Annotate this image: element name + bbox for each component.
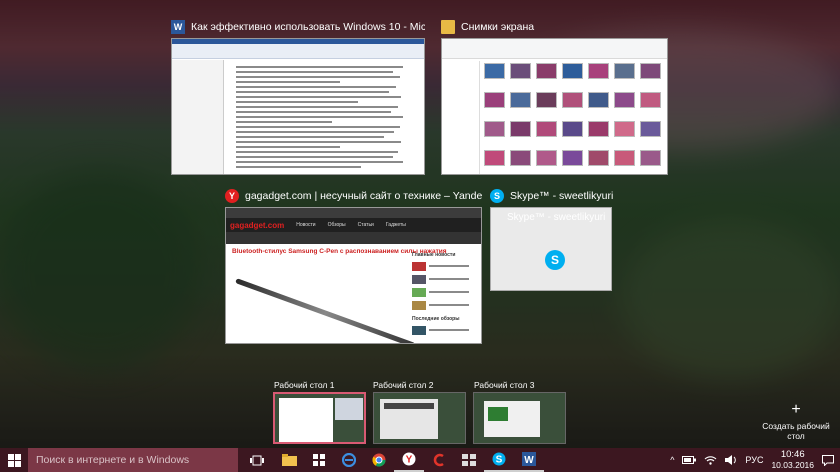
skype-thumbnail[interactable]: Skype™ - sweetlikyuri S [490, 207, 612, 291]
tiles-icon[interactable] [454, 448, 484, 472]
skype-inner-title: Skype™ - sweetlikyuri [507, 212, 606, 223]
ccleaner-icon[interactable] [424, 448, 454, 472]
svg-text:Y: Y [406, 455, 413, 466]
plus-icon: + [791, 401, 801, 418]
clock-time: 10:46 [780, 449, 805, 460]
window-title: Снимки экрана [461, 21, 535, 33]
window-header: W Как эффективно использовать Windows 10… [171, 18, 425, 36]
new-desktop-button[interactable]: + Создать рабочий стол [758, 401, 834, 442]
search-placeholder: Поиск в интернете и в Windows [36, 454, 190, 466]
window-word[interactable]: W Как эффективно использовать Windows 10… [171, 18, 425, 178]
desktop-1-thumbnail[interactable] [273, 392, 366, 444]
desktop-3-label: Рабочий стол 3 [474, 380, 535, 390]
new-desktop-label: Создать рабочий стол [762, 421, 830, 441]
chevron-up-icon[interactable]: ^ [670, 455, 674, 465]
desktop-1-label: Рабочий стол 1 [274, 380, 335, 390]
word-icon[interactable]: W [514, 448, 544, 472]
skype-icon: S [490, 189, 504, 203]
window-title: Как эффективно использовать Windows 10 -… [191, 21, 425, 33]
volume-icon[interactable] [725, 455, 737, 465]
wifi-icon[interactable] [704, 455, 717, 465]
search-box[interactable]: Поиск в интернете и в Windows [28, 448, 238, 472]
word-icon: W [171, 20, 185, 34]
word-page [230, 63, 416, 174]
windows-logo-icon [7, 453, 21, 467]
clock-date: 10.03.2016 [771, 460, 814, 470]
stylus-image [235, 278, 416, 343]
desktop-2-label: Рабочий стол 2 [373, 380, 434, 390]
window-title: Skype™ - sweetlikyuri [510, 190, 614, 202]
language-indicator[interactable]: РУС [745, 455, 763, 465]
task-view-icon[interactable] [242, 448, 272, 472]
window-header: Снимки экрана [441, 18, 668, 36]
yandex-icon: Y [225, 189, 239, 203]
clock[interactable]: 10:46 10.03.2016 [771, 449, 814, 471]
site-nav-item: Обзоры [327, 222, 346, 228]
skype-logo-icon: S [545, 250, 565, 270]
folder-icon [441, 20, 455, 34]
word-thumbnail[interactable] [171, 38, 425, 175]
window-header: Y gagadget.com | несучный сайт о технике… [225, 187, 482, 205]
news-sidebar: Главные новости Последние обзоры [412, 252, 476, 335]
sidebar-heading: Последние обзоры [412, 316, 460, 322]
chrome-icon[interactable] [364, 448, 394, 472]
explorer-tree [442, 61, 480, 174]
battery-icon[interactable] [682, 456, 697, 464]
window-header: S Skype™ - sweetlikyuri [490, 187, 620, 205]
window-title: gagadget.com | несучный сайт о технике –… [245, 190, 482, 202]
svg-text:S: S [496, 455, 503, 466]
edge-icon[interactable] [334, 448, 364, 472]
taskbar: Поиск в интернете и в Windows Y S W ^ РУ… [0, 448, 840, 472]
notifications-icon[interactable] [822, 454, 834, 466]
system-tray: ^ РУС 10:46 10.03.2016 [670, 448, 840, 472]
window-skype[interactable]: S Skype™ - sweetlikyuri Skype™ - sweetli… [490, 187, 620, 291]
svg-text:W: W [524, 455, 534, 466]
skype-icon[interactable]: S [484, 448, 514, 472]
site-nav-item: Статьи [357, 222, 374, 228]
sidebar-heading: Главные новости [412, 252, 456, 258]
window-yandex[interactable]: Y gagadget.com | несучный сайт о технике… [225, 187, 482, 345]
store-icon[interactable] [304, 448, 334, 472]
site-nav-item: Новости [296, 222, 316, 228]
yandex-icon[interactable]: Y [394, 448, 424, 472]
desktop-2-thumbnail[interactable] [373, 392, 466, 444]
desktop-3-thumbnail[interactable] [473, 392, 566, 444]
explorer-thumbnail[interactable] [441, 38, 668, 175]
window-explorer[interactable]: Снимки экрана [441, 18, 668, 178]
site-logo: gagadget.com [230, 220, 285, 230]
word-navigation-pane [172, 60, 224, 174]
file-explorer-icon[interactable] [274, 448, 304, 472]
site-nav-item: Гаджеты [385, 222, 406, 228]
start-button[interactable] [0, 448, 28, 472]
site-nav: gagadget.com Новости Обзоры Статьи Гадже… [226, 218, 481, 232]
yandex-thumbnail[interactable]: gagadget.com Новости Обзоры Статьи Гадже… [225, 207, 482, 344]
explorer-file-grid [484, 63, 661, 174]
